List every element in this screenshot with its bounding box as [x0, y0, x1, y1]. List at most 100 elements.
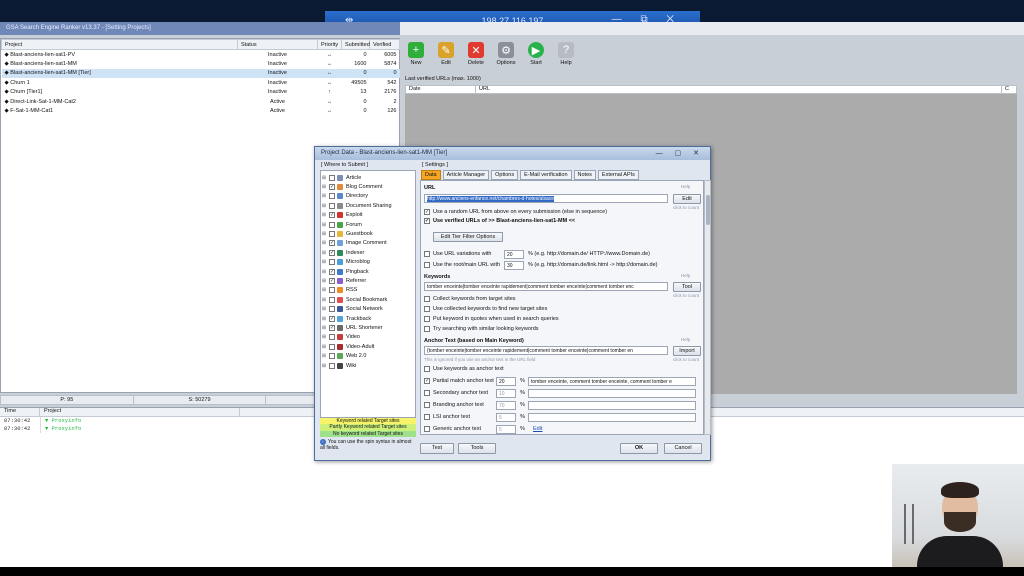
ok-button[interactable]: OK [620, 443, 658, 454]
col-url[interactable]: URL [476, 86, 1002, 93]
col-status[interactable]: Status [237, 39, 318, 50]
checkbox[interactable] [424, 316, 430, 322]
keywords-count-link[interactable]: click to count [673, 293, 699, 298]
checkbox[interactable] [329, 296, 335, 303]
expand-icon[interactable]: ⊞ [321, 287, 327, 293]
checkbox[interactable] [329, 343, 335, 350]
checkbox[interactable] [424, 366, 430, 372]
cancel-button[interactable]: Cancel [664, 443, 702, 454]
expand-icon[interactable]: ⊞ [321, 193, 327, 199]
root-url-input[interactable]: 30 [504, 261, 524, 270]
where-item-video-adult[interactable]: ⊞ Video-Adult [321, 342, 415, 351]
col-time[interactable]: Time [0, 408, 40, 416]
where-item-social-network[interactable]: ⊞ Social Network [321, 304, 415, 313]
expand-icon[interactable]: ⊞ [321, 344, 327, 350]
options-button[interactable]: ⚙ Options [493, 40, 519, 74]
branding-anchor-checkbox[interactable]: Branding anchor text [424, 402, 484, 408]
expand-icon[interactable]: ⊞ [321, 259, 327, 265]
anchor-field[interactable]: {tomber enceinte|tomber enceinte rapidem… [424, 346, 668, 355]
checkbox[interactable] [329, 277, 335, 284]
partial-anchor-checkbox[interactable]: Partial match anchor text [424, 378, 494, 384]
expand-icon[interactable]: ⊞ [321, 297, 327, 303]
edit-button[interactable]: ✎ Edit [433, 40, 459, 74]
expand-icon[interactable]: ⊞ [321, 363, 327, 369]
checkbox[interactable] [329, 231, 335, 238]
where-item-image-comment[interactable]: ⊞ Image Comment [321, 239, 415, 248]
help-button[interactable]: ? Help [553, 40, 579, 74]
checkbox[interactable] [424, 296, 430, 302]
checkbox[interactable] [329, 306, 335, 313]
checkbox[interactable] [329, 259, 335, 266]
checkbox[interactable] [329, 202, 335, 209]
expand-icon[interactable]: ⊞ [321, 175, 327, 181]
col-project[interactable]: Project [1, 39, 238, 50]
root-url-checkbox[interactable]: Use the root/main URL with [424, 262, 500, 268]
checkbox[interactable] [329, 212, 335, 219]
try-similar-checkbox[interactable]: Try searching with similar looking keywo… [424, 326, 539, 332]
branding-anchor-text[interactable] [528, 401, 696, 410]
checkbox[interactable] [329, 324, 335, 331]
col-date[interactable]: Date [406, 86, 476, 93]
settings-scrollbar[interactable] [704, 180, 711, 435]
col-c[interactable]: C [1002, 86, 1016, 93]
table-row[interactable]: ◆ Blast-anciens-lien-sat1-PV Inactive ↔ 0 60… [2, 50, 400, 60]
where-item-article[interactable]: ⊞ Article [321, 173, 415, 182]
put-quotes-checkbox[interactable]: Put keyword in quotes when used in searc… [424, 316, 559, 322]
where-item-url-shortener[interactable]: ⊞ URL Shortener [321, 323, 415, 332]
branding-anchor-input[interactable]: 70 [496, 401, 516, 410]
url-variations-input[interactable]: 20 [504, 250, 524, 259]
expand-icon[interactable]: ⊞ [321, 231, 327, 237]
anchor-count-link[interactable]: click to count [673, 357, 699, 362]
keywords-help-link[interactable]: Help [681, 273, 690, 278]
where-item-trackback[interactable]: ⊞ Trackback [321, 314, 415, 323]
checkbox[interactable] [329, 315, 335, 322]
where-item-pingback[interactable]: ⊞ Pingback [321, 267, 415, 276]
expand-icon[interactable]: ⊞ [321, 269, 327, 275]
where-item-referrer[interactable]: ⊞ Referrer [321, 276, 415, 285]
tab-email-verification[interactable]: E-Mail verification [520, 170, 572, 180]
table-row[interactable]: ◆ Churn [Tier1] Inactive ↑ 13 2176 [2, 88, 400, 98]
checkbox[interactable] [329, 353, 335, 360]
tab-data[interactable]: Data [421, 170, 441, 180]
where-item-rss[interactable]: ⊞ RSS [321, 286, 415, 295]
checkbox[interactable] [329, 240, 335, 247]
where-item-social-bookmark[interactable]: ⊞ Social Bookmark [321, 295, 415, 304]
tab-article-manager[interactable]: Article Manager [442, 170, 490, 180]
anchor-help-link[interactable]: Help [681, 337, 690, 342]
expand-icon[interactable]: ⊞ [321, 278, 327, 284]
checkbox[interactable] [329, 287, 335, 294]
url-field[interactable]: http://www.anciens-enfance.net/chambres-… [424, 194, 668, 203]
where-item-exploit[interactable]: ⊞ Exploit [321, 211, 415, 220]
expand-icon[interactable]: ⊞ [321, 334, 327, 340]
lsi-anchor-checkbox[interactable]: LSI anchor text [424, 414, 470, 420]
url-help-link[interactable]: Help [681, 184, 690, 189]
table-row[interactable]: ◆ Direct-Link-Sat-1-MM-Cat2 Active ↔ 0 2 [2, 97, 400, 107]
lsi-anchor-text[interactable] [528, 413, 696, 422]
col-verified[interactable]: Verified [369, 39, 400, 50]
where-item-forum[interactable]: ⊞ Forum [321, 220, 415, 229]
expand-icon[interactable]: ⊞ [321, 353, 327, 359]
expand-icon[interactable]: ⊞ [321, 250, 327, 256]
col-submitted[interactable]: Submitted [341, 39, 370, 50]
where-item-blog-comment[interactable]: ⊞ Blog Comment [321, 182, 415, 191]
checkbox[interactable] [329, 334, 335, 341]
col-log-project[interactable]: Project [40, 408, 240, 416]
where-item-wiki[interactable]: ⊞ Wiki [321, 361, 415, 370]
edit-tier-filter-button[interactable]: Edit Tier Filter Options [433, 232, 503, 242]
verified-urls-checkbox[interactable]: Use verified URLs of >> Blast-anciens-li… [424, 218, 575, 224]
new-button[interactable]: + New [403, 40, 429, 74]
use-collected-checkbox[interactable]: Use collected keywords to find new targe… [424, 306, 547, 312]
secondary-anchor-input[interactable]: 10 [496, 389, 516, 398]
url-variations-checkbox[interactable]: Use URL variations with [424, 251, 491, 257]
checkbox[interactable] [329, 174, 335, 181]
delete-button[interactable]: ✕ Delete [463, 40, 489, 74]
dialog-window-controls[interactable]: — ▢ ✕ [656, 149, 704, 157]
table-row-selected[interactable]: ◆ Blast-anciens-lien-sat1-MM [Tier] Inact… [1, 68, 400, 78]
expand-icon[interactable]: ⊞ [321, 306, 327, 312]
tab-notes[interactable]: Notes [573, 170, 596, 180]
checkbox[interactable] [424, 306, 430, 312]
where-item-indexer[interactable]: ⊞ Indexer [321, 248, 415, 257]
checkbox[interactable] [424, 402, 430, 408]
generic-edit-link[interactable]: Edit [533, 426, 542, 432]
checkbox[interactable] [329, 193, 335, 200]
